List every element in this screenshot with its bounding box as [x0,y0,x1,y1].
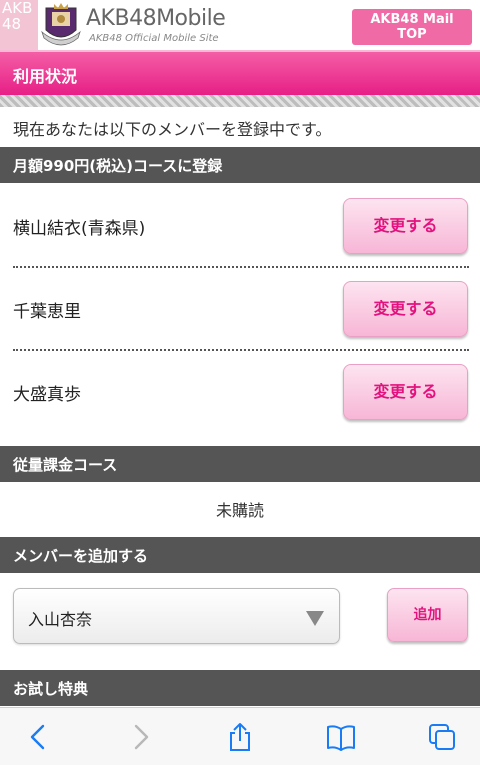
logo-line-1: AKB [2,0,33,17]
section-monthly-course: 月額990円(税込)コースに登録 [0,147,480,183]
dropdown-arrow-icon [306,611,324,626]
change-member-button[interactable]: 変更する [343,281,468,337]
section-title: お試し特典 [13,680,89,698]
section-title: 従量課金コース [13,456,118,474]
section-pay-per-use: 従量課金コース [0,446,480,482]
page-title: 利用状況 [13,67,78,86]
crest-icon [41,3,81,46]
change-member-button[interactable]: 変更する [343,198,468,254]
member-name: 千葉恵里 [13,302,81,322]
section-trial: お試し特典 [0,670,480,706]
member-name: 横山結衣(青森県) [13,219,146,239]
section-title: 月額990円(税込)コースに登録 [13,157,223,175]
member-row: 大盛真歩 変更する [0,350,480,433]
member-row: 横山結衣(青森県) 変更する [0,184,480,267]
member-row: 千葉恵里 変更する [0,267,480,350]
section-add-member: メンバーを追加する [0,537,480,573]
mail-button-line-1: AKB48 Mail [370,12,454,27]
browser-toolbar [0,707,480,765]
page-title-bar: 利用状況 [0,50,480,95]
intro-text: 現在あなたは以下のメンバーを登録中です。 [13,120,332,139]
change-member-button[interactable]: 変更する [343,364,468,420]
divider-stripe [0,95,480,107]
akb48-logo[interactable]: AKB 48 [0,0,38,50]
back-icon[interactable] [24,722,54,752]
section-title: メンバーを追加する [13,547,149,565]
bookmarks-icon[interactable] [326,722,356,752]
site-header: AKB 48 AKB48Mobile AKB48 Official Mobile… [0,0,480,50]
logo-line-2: 48 [2,15,22,33]
mail-button-line-2: TOP [397,27,427,42]
member-name: 大盛真歩 [13,385,81,405]
member-select[interactable]: 入山杏奈 [13,588,340,644]
akb48-mail-top-button[interactable]: AKB48 Mail TOP [352,9,472,45]
member-select-value: 入山杏奈 [28,610,93,629]
brand-subtitle: AKB48 Official Mobile Site [89,33,219,44]
brand-title[interactable]: AKB48Mobile [86,6,226,31]
share-icon[interactable] [225,722,255,752]
forward-icon[interactable] [125,722,155,752]
add-member-button[interactable]: 追加 [387,588,468,642]
subscription-status: 未購読 [215,501,264,520]
tabs-icon[interactable] [427,722,457,752]
